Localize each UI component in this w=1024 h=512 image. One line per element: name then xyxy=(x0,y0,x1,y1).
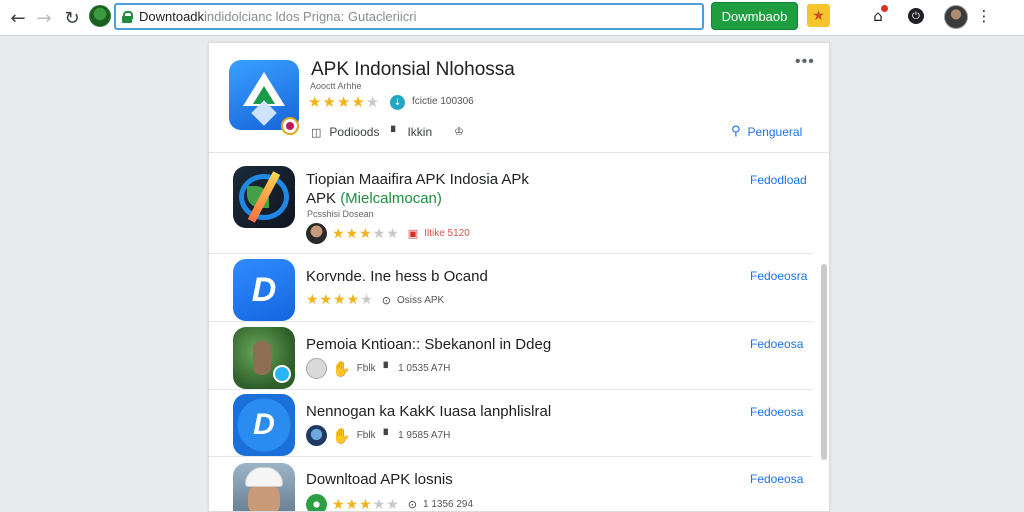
app-icon[interactable] xyxy=(233,327,295,389)
item-title-highlight: (Mielcalmocan) xyxy=(340,190,442,207)
rating-stars: ★★★★★ xyxy=(308,93,381,111)
item-subtitle: Pcsshisi Dosean xyxy=(307,209,374,219)
item-title[interactable]: Nennogan ka KakK Iuasa lanphlislral xyxy=(306,403,551,420)
developer-avatar xyxy=(306,494,327,511)
item-meta-text: Osiss APK xyxy=(396,294,445,306)
search-link-label: Pengueral xyxy=(747,124,803,139)
action-folder[interactable]: ◫ Podioods xyxy=(311,125,379,139)
action-label: Ikkin xyxy=(407,125,433,139)
scrollbar[interactable] xyxy=(821,264,827,460)
more-options-icon[interactable]: ••• xyxy=(795,53,815,71)
folder-icon: ◫ xyxy=(311,125,322,139)
rating-stars: ★★★★★ xyxy=(332,496,400,512)
action-label: Podioods xyxy=(329,125,380,139)
search-icon: ⚲ xyxy=(731,124,741,139)
list-item[interactable]: Tiopian Maaifira APK Indosia APk APK (Mi… xyxy=(209,154,813,254)
item-meta-text: Fblk xyxy=(356,430,376,441)
arrow-right-icon[interactable]: → xyxy=(30,4,58,32)
item-meta: ★★★★★ ▣ Iltike 5120 xyxy=(306,223,470,244)
app-listing-card: APK Indonsial Nlohossa Aooctt Arhhe ★★★★… xyxy=(208,42,830,512)
extension-avatar[interactable] xyxy=(89,5,111,27)
item-meta-text2: 1 9585 A7H xyxy=(398,430,451,441)
download-count: fcictie 100306 xyxy=(412,96,474,107)
download-link[interactable]: Fedoeosa xyxy=(750,337,803,351)
calendar-icon: ▣ xyxy=(407,227,419,240)
developer-avatar xyxy=(306,425,327,446)
app-header: APK Indonsial Nlohossa Aooctt Arhhe ★★★★… xyxy=(209,43,829,153)
item-meta-text: 1 1356 294 xyxy=(423,499,474,510)
browser-toolbar: ← → ↻ Downtoadk indidolcianc ldos Prigna… xyxy=(0,0,1024,36)
item-meta: ★★★★★ ⊙ 1 1356 294 xyxy=(306,494,474,512)
list-item[interactable]: D Nennogan ka KakK Iuasa lanphlislral ✋ … xyxy=(209,390,813,457)
item-title[interactable]: Downltoad APK losnis xyxy=(306,471,453,488)
page-title: APK Indonsial Nlohossa xyxy=(311,59,515,80)
rating-stars: ★★★★★ xyxy=(306,292,374,308)
app-icon[interactable] xyxy=(233,166,295,228)
item-meta-text: Fblk xyxy=(356,363,376,374)
list-item[interactable]: D Korvnde. Ine hess b Ocand ★★★★★ ⊙ Osis… xyxy=(209,254,813,322)
item-meta-text2: 1 0535 A7H xyxy=(398,363,451,374)
profile-avatar[interactable] xyxy=(944,5,968,29)
badge-icon xyxy=(281,117,299,135)
notification-dot xyxy=(881,5,888,12)
app-icon[interactable] xyxy=(233,463,295,511)
arrow-left-icon[interactable]: ← xyxy=(4,4,32,32)
search-link[interactable]: ⚲ Pengueral xyxy=(731,124,802,139)
notification-icon[interactable]: ⌂ xyxy=(867,5,889,27)
url-host: Downtoadk xyxy=(139,9,205,24)
item-title[interactable]: Pemoia Kntioan:: Sbekanonl in Ddeg xyxy=(306,336,551,353)
download-link[interactable]: Fedodload xyxy=(750,173,807,187)
item-title[interactable]: Korvnde. Ine hess b Ocand xyxy=(306,268,488,285)
chat-icon: ▘ xyxy=(391,125,400,139)
lock-icon xyxy=(122,10,133,23)
list-item[interactable]: Downltoad APK losnis ★★★★★ ⊙ 1 1356 294 … xyxy=(209,457,813,512)
chat-icon: ▘ xyxy=(383,429,393,442)
reload-icon[interactable]: ↻ xyxy=(58,4,86,32)
thumb-icon: ✋ xyxy=(332,426,351,445)
item-title-line2: APK (Mielcalmocan) xyxy=(306,190,442,207)
crown-icon: ♔ xyxy=(454,125,464,138)
download-link[interactable]: Fedoeosa xyxy=(750,405,803,419)
clock-icon: ⊙ xyxy=(407,498,417,511)
item-meta: ★★★★★ ⊙ Osiss APK xyxy=(306,292,444,308)
list-item[interactable]: Pemoia Kntioan:: Sbekanonl in Ddeg ✋ Fbl… xyxy=(209,322,813,390)
item-meta: ✋ Fblk ▘ 1 9585 A7H xyxy=(306,425,450,446)
more-vert-icon[interactable]: ⋮ xyxy=(973,5,995,27)
download-link[interactable]: Fedoeosa xyxy=(750,472,803,486)
thumb-icon: ✋ xyxy=(332,359,351,378)
item-meta-text: Iltike 5120 xyxy=(424,228,470,239)
download-button[interactable]: Dowmbaob xyxy=(711,2,798,30)
developer-avatar xyxy=(306,358,327,379)
item-meta: ✋ Fblk ▘ 1 0535 A7H xyxy=(306,358,450,379)
app-icon[interactable]: D xyxy=(233,394,295,456)
url-path: indidolcianc ldos Prigna: Gutacleriicri xyxy=(204,9,417,24)
app-subtitle: Aooctt Arhhe xyxy=(310,81,362,91)
star-icon[interactable]: ★ xyxy=(807,4,830,27)
account-circle-icon[interactable]: ⏻ xyxy=(905,5,927,27)
app-icon[interactable]: D xyxy=(233,259,295,321)
item-title-prefix: APK xyxy=(306,190,341,207)
address-bar[interactable]: Downtoadk indidolcianc ldos Prigna: Guta… xyxy=(114,3,704,30)
download-link[interactable]: Fedoeosra xyxy=(750,269,807,283)
clock-icon: ⊙ xyxy=(381,293,391,307)
action-crown[interactable]: ♔ xyxy=(454,125,472,138)
download-count-icon: ↓ xyxy=(390,95,405,110)
developer-avatar xyxy=(306,223,327,244)
rating-stars: ★★★★★ xyxy=(332,225,400,242)
chat-icon: ▘ xyxy=(383,362,393,375)
item-title[interactable]: Tiopian Maaifira APK Indosia APk xyxy=(306,171,529,188)
action-chat[interactable]: ▘ Ikkin xyxy=(391,125,432,139)
